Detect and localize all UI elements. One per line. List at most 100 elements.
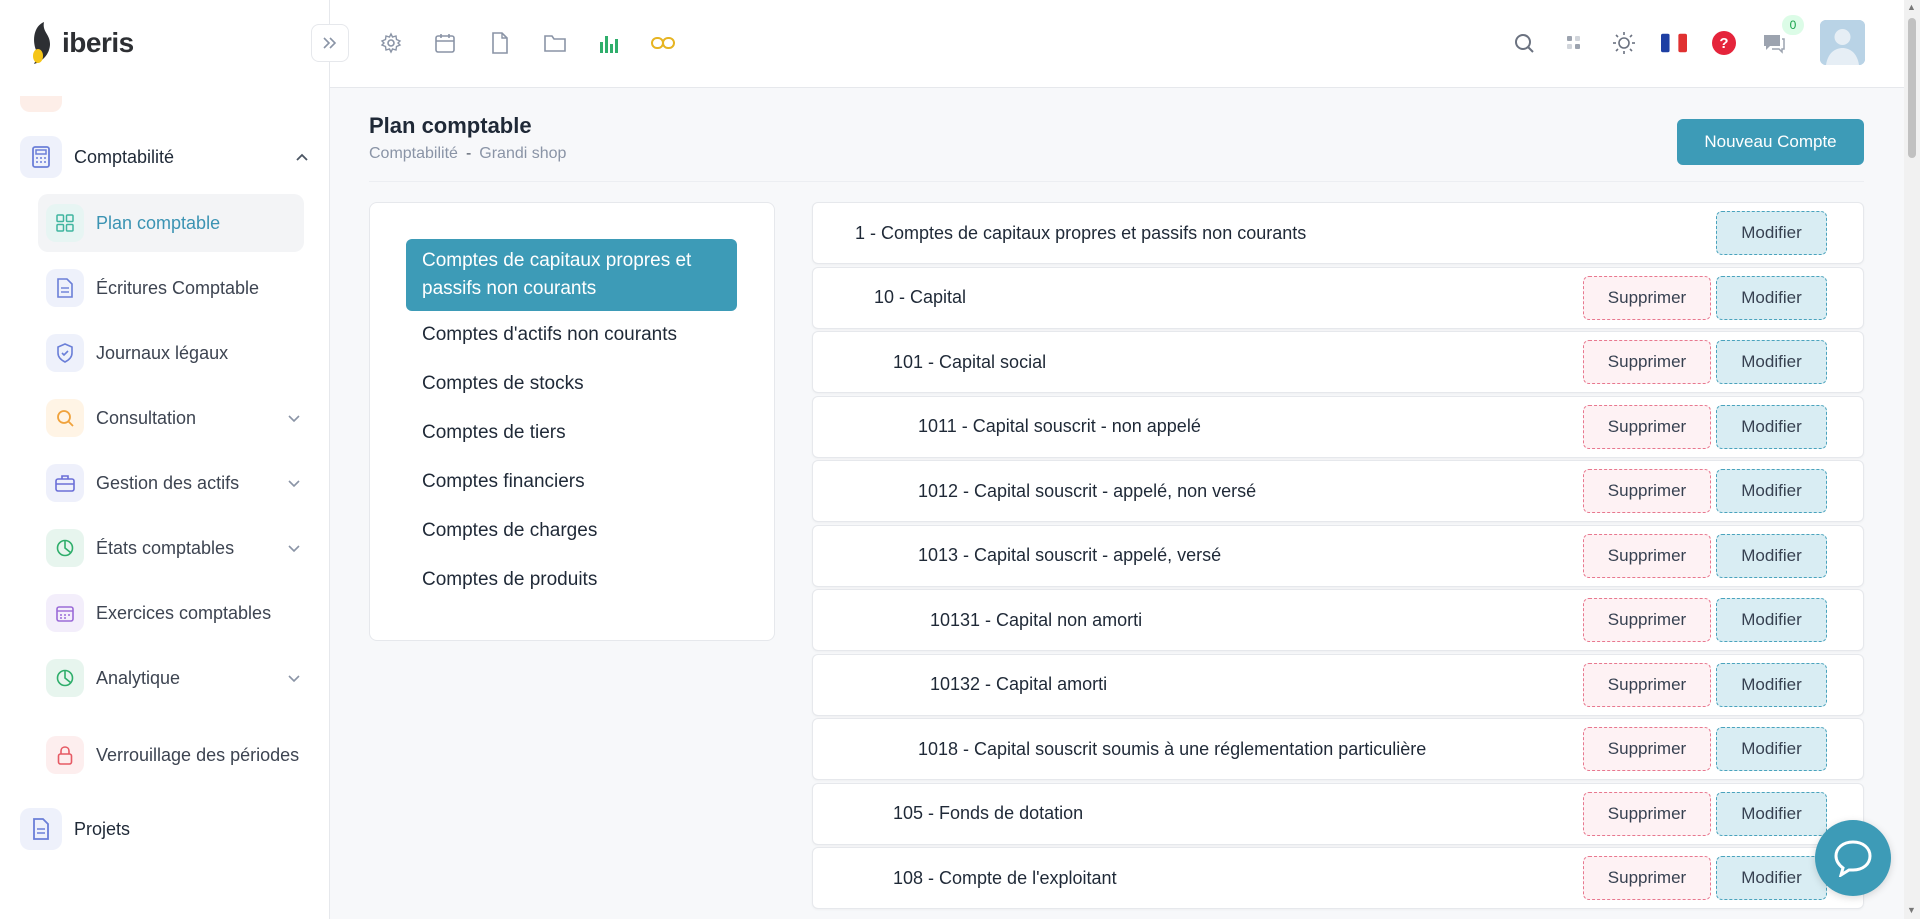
account-label: 105 - Fonds de dotation <box>893 803 1084 823</box>
account-label: 10132 - Capital amorti <box>930 674 1108 694</box>
account-class-item[interactable]: Comptes de capitaux propres et passifs n… <box>406 239 737 311</box>
edit-account-button[interactable]: Modifier <box>1716 469 1827 513</box>
sidebar-item-verrouillage-des-periodes[interactable]: Verrouillage des périodes <box>38 722 304 788</box>
account-label: 108 - Compte de l'exploitant <box>893 867 1117 888</box>
sidebar-item-ecritures-comptable[interactable]: Écritures Comptable <box>38 259 304 317</box>
account-class-item[interactable]: Comptes de produits <box>406 566 737 594</box>
delete-account-button[interactable]: Supprimer <box>1583 469 1711 513</box>
account-row: 10 - Capital Supprimer Modifier <box>812 266 1864 329</box>
sidebar-item-label: Projets <box>74 818 131 839</box>
sidebar-item-etats-comptables[interactable]: États comptables <box>38 519 304 577</box>
sidebar-collapse-button[interactable] <box>311 24 349 62</box>
edit-account-button[interactable]: Modifier <box>1716 211 1827 255</box>
sidebar-item-consultation[interactable]: Consultation <box>38 389 304 447</box>
delete-account-button[interactable]: Supprimer <box>1583 275 1711 320</box>
account-label: 10131 - Capital non amorti <box>930 609 1143 630</box>
new-account-button[interactable]: Nouveau Compte <box>1677 119 1864 165</box>
pie-chart-icon <box>46 659 84 697</box>
file-icon[interactable] <box>487 30 513 56</box>
sidebar-item-projets[interactable]: Projets <box>20 806 310 852</box>
calendar-icon[interactable] <box>432 30 458 56</box>
support-chat-button[interactable] <box>1815 820 1891 896</box>
avatar[interactable] <box>1820 20 1865 65</box>
bar-chart-icon[interactable] <box>596 30 622 56</box>
account-label: 101 - Capital social <box>893 351 1047 372</box>
flag-fr-icon[interactable] <box>1661 30 1687 56</box>
account-label: 1 - Comptes de capitaux propres et passi… <box>855 222 1307 243</box>
account-class-item[interactable]: Comptes de charges <box>406 517 737 545</box>
page-title: Plan comptable <box>369 113 532 138</box>
scroll-up-arrow-icon[interactable]: ▲ <box>1907 2 1916 12</box>
breadcrumb: Comptabilité - Grandi shop <box>369 145 566 163</box>
lock-icon <box>46 736 84 774</box>
logo-mark-icon <box>33 22 50 64</box>
account-row: 101 - Capital social Supprimer Modifier <box>812 331 1864 393</box>
sidebar-item-label: États comptables <box>96 537 235 558</box>
account-class-item[interactable]: Comptes de stocks <box>406 370 737 398</box>
delete-account-button[interactable]: Supprimer <box>1583 727 1711 771</box>
sidebar-scroll-stub <box>20 96 62 112</box>
delete-account-button[interactable]: Supprimer <box>1583 404 1711 449</box>
delete-account-button[interactable]: Supprimer <box>1583 598 1711 642</box>
sidebar-item-label: Journaux légaux <box>96 342 229 363</box>
grid-icon <box>46 204 84 242</box>
theme-icon[interactable] <box>1611 30 1637 56</box>
double-chevron-right-icon <box>323 37 337 49</box>
brand-name: iberis <box>62 27 134 58</box>
sidebar-item-label: Écritures Comptable <box>96 277 260 298</box>
search-icon <box>46 399 84 437</box>
calculator-icon <box>20 136 62 178</box>
sidebar-section-comptabilite[interactable]: Comptabilité <box>20 134 310 180</box>
delete-account-button[interactable]: Supprimer <box>1583 533 1711 578</box>
edit-account-button[interactable]: Modifier <box>1716 598 1827 642</box>
search-icon[interactable] <box>1511 30 1537 56</box>
folder-icon[interactable] <box>542 30 568 56</box>
sidebar-item-journaux-legaux[interactable]: Journaux légaux <box>38 324 304 382</box>
edit-account-button[interactable]: Modifier <box>1716 856 1827 900</box>
edit-account-button[interactable]: Modifier <box>1716 662 1827 707</box>
breadcrumb-separator: - <box>465 145 472 162</box>
account-class-item[interactable]: Comptes d'actifs non courants <box>406 321 737 349</box>
sidebar-item-label: Exercices comptables <box>96 602 272 623</box>
divider <box>369 181 1864 182</box>
account-class-item[interactable]: Comptes de tiers <box>406 419 737 447</box>
pie-chart-icon <box>46 529 84 567</box>
page-scrollbar[interactable]: ▲ ▼ <box>1904 0 1920 919</box>
delete-account-button[interactable]: Supprimer <box>1583 340 1711 384</box>
sidebar-item-label: Analytique <box>96 667 181 688</box>
delete-account-button[interactable]: Supprimer <box>1583 856 1711 900</box>
settings-icon[interactable] <box>378 30 404 56</box>
account-row: 1 - Comptes de capitaux propres et passi… <box>812 202 1864 264</box>
account-class-item[interactable]: Comptes financiers <box>406 468 737 496</box>
delete-account-button[interactable]: Supprimer <box>1583 662 1711 707</box>
chat-bubble-icon <box>1834 840 1872 877</box>
help-icon[interactable]: ? <box>1711 30 1737 56</box>
sidebar-item-exercices-comptables[interactable]: Exercices comptables <box>38 584 304 642</box>
file-icon <box>20 808 62 850</box>
link-icon[interactable] <box>650 30 676 56</box>
account-row: 1013 - Capital souscrit - appelé, versé S… <box>812 524 1864 587</box>
sidebar-item-gestion-des-actifs[interactable]: Gestion des actifs <box>38 454 304 512</box>
edit-account-button[interactable]: Modifier <box>1716 791 1827 836</box>
edit-account-button[interactable]: Modifier <box>1716 340 1827 384</box>
apps-icon[interactable] <box>1561 30 1587 56</box>
breadcrumb-item[interactable]: Grandi shop <box>479 145 566 163</box>
delete-account-button[interactable]: Supprimer <box>1583 791 1711 836</box>
scrollbar-thumb[interactable] <box>1908 18 1916 158</box>
account-row: 1011 - Capital souscrit - non appelé Supp… <box>812 395 1864 458</box>
edit-account-button[interactable]: Modifier <box>1716 275 1827 320</box>
account-class-list: Comptes de capitaux propres et passifs n… <box>369 202 775 641</box>
edit-account-button[interactable]: Modifier <box>1716 533 1827 578</box>
logo[interactable]: iberis <box>30 20 134 66</box>
account-row: 1012 - Capital souscrit - appelé, non ve… <box>812 460 1864 522</box>
scroll-down-arrow-icon[interactable]: ▼ <box>1907 905 1916 915</box>
account-row: 105 - Fonds de dotation Supprimer Modifier <box>812 782 1864 845</box>
sidebar-item-analytique[interactable]: Analytique <box>38 649 304 707</box>
edit-account-button[interactable]: Modifier <box>1716 727 1827 771</box>
sidebar-item-plan-comptable[interactable]: Plan comptable <box>38 194 304 252</box>
breadcrumb-item[interactable]: Comptabilité <box>369 145 458 163</box>
sidebar-item-label: Verrouillage des périodes <box>96 744 300 765</box>
chat-icon[interactable] <box>1761 30 1787 56</box>
edit-account-button[interactable]: Modifier <box>1716 404 1827 449</box>
chevron-down-icon <box>284 540 304 556</box>
